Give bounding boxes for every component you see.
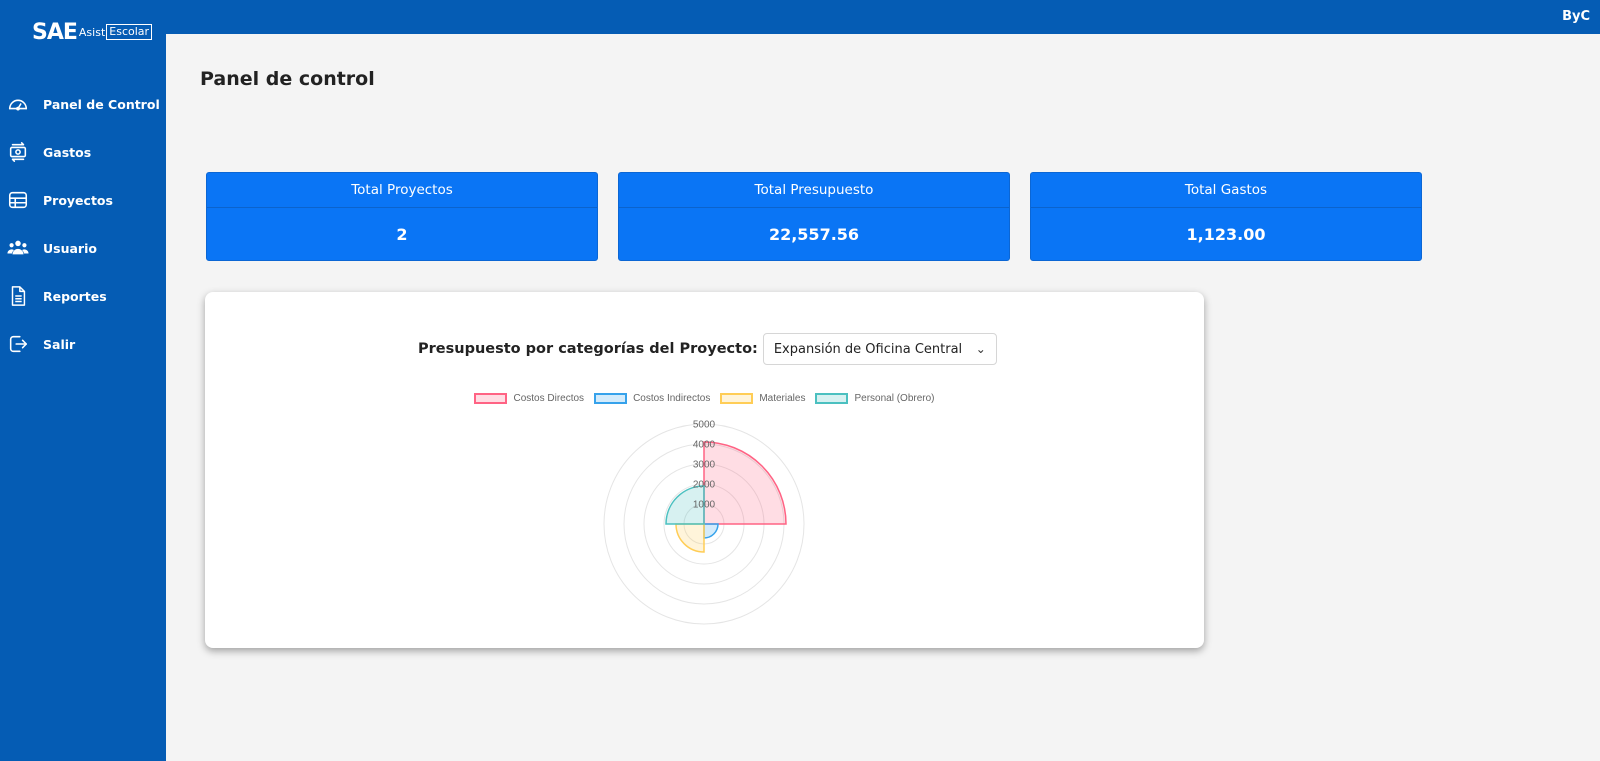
sidebar-item-label: Proyectos [43,192,113,208]
polar-wedge[interactable] [703,441,787,525]
table-icon [7,189,29,211]
top-bar: ByC [166,0,1600,34]
tick-label: 3000 [693,460,716,471]
stat-card-total-presupuesto: Total Presupuesto 22,557.56 [618,172,1010,261]
stat-card-title: Total Gastos [1031,173,1421,208]
user-menu[interactable]: ByC [1562,9,1590,24]
sidebar-item-usuario[interactable]: Usuario [0,224,166,272]
sidebar-nav: Panel de Control Gastos Proyectos Usuari… [0,80,166,368]
stat-card-title: Total Proyectos [207,173,597,208]
sidebar-item-label: Gastos [43,144,92,160]
sidebar-item-label: Reportes [43,288,107,304]
tick-label: 5000 [693,420,716,431]
polar-wedge[interactable] [675,523,705,553]
logo-sub-b: Escolar [106,24,153,40]
sidebar-item-panel-de-control[interactable]: Panel de Control [0,80,166,128]
sidebar-item-label: Salir [43,336,76,352]
stat-card-value: 1,123.00 [1186,224,1266,244]
page-title: Panel de control [200,68,375,90]
tick-label: 2000 [693,480,716,491]
stat-card-title: Total Presupuesto [619,173,1009,208]
logo-sub: Asist Escolar [78,24,153,40]
users-icon [7,237,29,259]
sidebar-item-label: Panel de Control [43,96,160,112]
sidebar-item-label: Usuario [43,240,97,256]
sidebar: SAE Asist Escolar Panel de Control Gasto… [0,0,166,761]
stat-card-value: 22,557.56 [768,224,860,244]
polar-wedge[interactable] [703,523,719,539]
sidebar-item-salir[interactable]: Salir [0,320,166,368]
document-icon [7,285,29,307]
dashboard-icon [7,93,29,115]
sidebar-item-proyectos[interactable]: Proyectos [0,176,166,224]
sidebar-item-reportes[interactable]: Reportes [0,272,166,320]
polar-area-chart: 1000 2000 3000 4000 5000 [603,420,805,625]
tick-label: 4000 [693,440,716,451]
stat-card-total-gastos: Total Gastos 1,123.00 [1030,172,1422,261]
stat-card-value: 2 [396,224,408,244]
logo-main-text: SAE [32,19,78,45]
sidebar-item-gastos[interactable]: Gastos [0,128,166,176]
stat-card-total-proyectos: Total Proyectos 2 [206,172,598,261]
money-transfer-icon [7,141,29,163]
chart-panel: Presupuesto por categorías del Proyecto:… [205,292,1204,648]
tick-label: 1000 [693,500,716,511]
logout-icon [7,333,29,355]
logo-sub-a: Asist [78,25,106,39]
app-logo[interactable]: SAE Asist Escolar [32,19,153,45]
